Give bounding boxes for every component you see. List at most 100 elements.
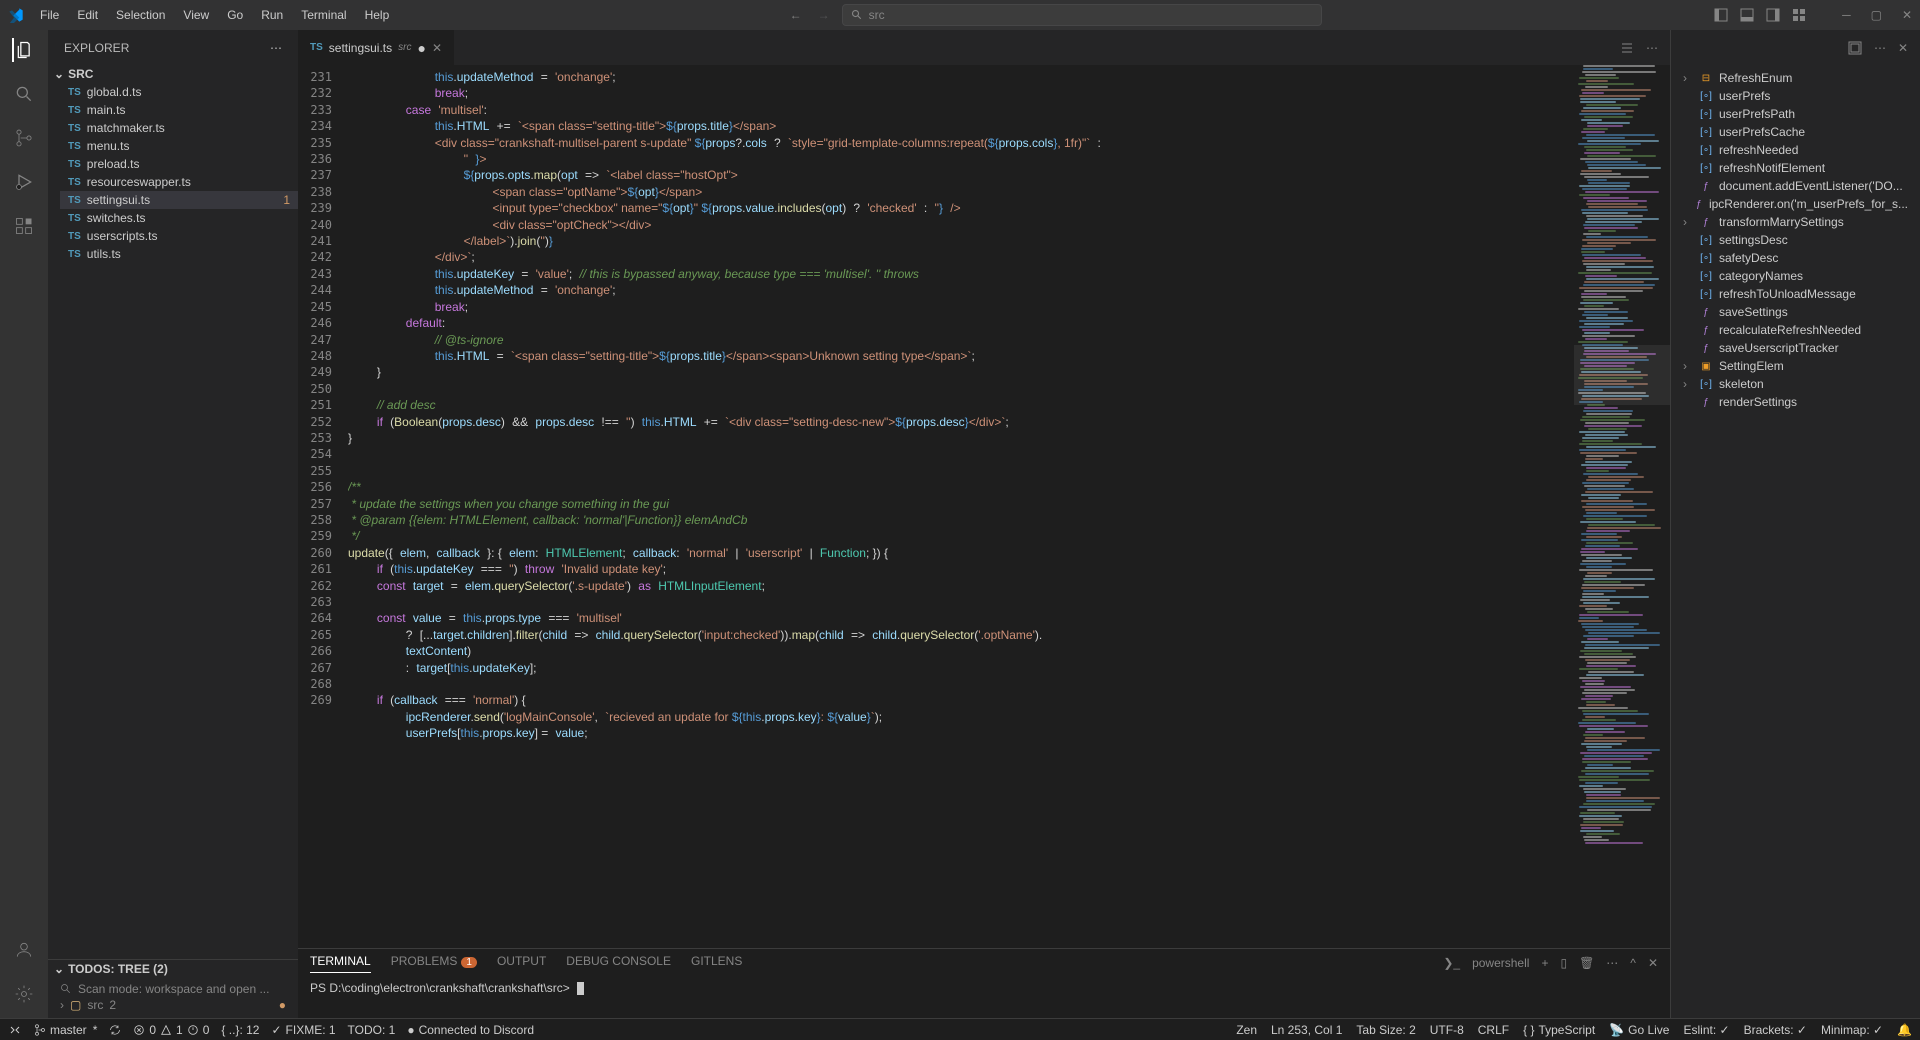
- minimap-status[interactable]: Minimap: ✓: [1821, 1023, 1883, 1037]
- code-editor[interactable]: this.updateMethod = 'onchange'; break; c…: [348, 65, 1574, 948]
- account-icon[interactable]: [12, 938, 36, 962]
- outline-more-icon[interactable]: ⋯: [1874, 41, 1886, 55]
- outline-item[interactable]: [∘]refreshToUnloadMessage: [1679, 285, 1912, 303]
- kill-terminal-icon[interactable]: 🗑: [1579, 956, 1594, 970]
- problems-tab[interactable]: PROBLEMS1: [391, 954, 477, 973]
- menu-go[interactable]: Go: [219, 4, 251, 26]
- outline-item[interactable]: [∘]refreshNotifElement: [1679, 159, 1912, 177]
- discord-status[interactable]: ● Connected to Discord: [407, 1023, 534, 1037]
- split-terminal-icon[interactable]: ▯: [1560, 956, 1567, 970]
- terminal-more-icon[interactable]: ⋯: [1606, 956, 1618, 970]
- nav-forward-icon[interactable]: →: [818, 8, 830, 22]
- outline-item[interactable]: ƒsaveSettings: [1679, 303, 1912, 321]
- menu-run[interactable]: Run: [253, 4, 291, 26]
- minimap[interactable]: [1574, 65, 1670, 948]
- eol-status[interactable]: CRLF: [1478, 1023, 1509, 1037]
- file-item[interactable]: TSresourceswapper.ts: [60, 173, 298, 191]
- eslint-status[interactable]: Eslint: ✓: [1683, 1023, 1729, 1037]
- command-center[interactable]: src: [842, 4, 1322, 26]
- golive-status[interactable]: 📡 Go Live: [1609, 1023, 1669, 1037]
- file-item[interactable]: TSmenu.ts: [60, 137, 298, 155]
- fixme-status[interactable]: ✓ FIXME: 1: [271, 1023, 335, 1037]
- todos-src[interactable]: src: [87, 998, 103, 1012]
- outline-item[interactable]: [∘]refreshNeeded: [1679, 141, 1912, 159]
- file-item[interactable]: TSuserscripts.ts: [60, 227, 298, 245]
- minimap-viewport[interactable]: [1574, 345, 1670, 405]
- outline-item[interactable]: ›▣SettingElem: [1679, 357, 1912, 375]
- layout-bottom-icon[interactable]: [1740, 8, 1754, 22]
- file-item[interactable]: TSutils.ts: [60, 245, 298, 263]
- menu-help[interactable]: Help: [357, 4, 398, 26]
- close-panel-icon[interactable]: ✕: [1648, 956, 1658, 970]
- outline-item[interactable]: ›[∘]skeleton: [1679, 375, 1912, 393]
- extensions-icon[interactable]: [12, 214, 36, 238]
- terminal-body[interactable]: PS D:\coding\electron\crankshaft\cranksh…: [298, 977, 1670, 1018]
- branch-button[interactable]: master*: [34, 1023, 97, 1037]
- outline-item[interactable]: ƒrenderSettings: [1679, 393, 1912, 411]
- zen-status[interactable]: Zen: [1236, 1023, 1257, 1037]
- shell-name[interactable]: powershell: [1472, 956, 1529, 970]
- settings-gear-icon[interactable]: [12, 982, 36, 1006]
- todo-status[interactable]: TODO: 1: [348, 1023, 396, 1037]
- json-status[interactable]: { ..}: 12: [221, 1023, 259, 1037]
- outline-item[interactable]: [∘]userPrefsPath: [1679, 105, 1912, 123]
- outline-item[interactable]: ›⊟RefreshEnum: [1679, 69, 1912, 87]
- maximize-panel-icon[interactable]: ^: [1630, 956, 1636, 970]
- chevron-right-icon[interactable]: ›: [60, 998, 64, 1012]
- layout-right-icon[interactable]: [1766, 8, 1780, 22]
- menu-view[interactable]: View: [175, 4, 217, 26]
- file-item[interactable]: TSmain.ts: [60, 101, 298, 119]
- nav-back-icon[interactable]: ←: [790, 8, 802, 22]
- menu-edit[interactable]: Edit: [69, 4, 106, 26]
- sidebar-more-icon[interactable]: ⋯: [270, 41, 282, 55]
- outline-collapse-icon[interactable]: [1848, 41, 1862, 55]
- outline-item[interactable]: [∘]userPrefs: [1679, 87, 1912, 105]
- editor-tab[interactable]: TS settingsui.ts src ● ✕: [298, 30, 455, 65]
- maximize-icon[interactable]: ▢: [1871, 8, 1882, 22]
- cursor-position[interactable]: Ln 253, Col 1: [1271, 1023, 1342, 1037]
- notifications-icon[interactable]: 🔔: [1897, 1023, 1912, 1037]
- debug-icon[interactable]: [12, 170, 36, 194]
- file-item[interactable]: TSswitches.ts: [60, 209, 298, 227]
- menu-terminal[interactable]: Terminal: [293, 4, 354, 26]
- file-item[interactable]: TSglobal.d.ts: [60, 83, 298, 101]
- remote-button[interactable]: [8, 1023, 22, 1037]
- output-tab[interactable]: OUTPUT: [497, 954, 546, 973]
- explorer-icon[interactable]: [12, 38, 36, 62]
- tabsize-status[interactable]: Tab Size: 2: [1356, 1023, 1415, 1037]
- outline-item[interactable]: [∘]settingsDesc: [1679, 231, 1912, 249]
- outline-item[interactable]: ƒdocument.addEventListener('DO...: [1679, 177, 1912, 195]
- menu-file[interactable]: File: [32, 4, 67, 26]
- menu-selection[interactable]: Selection: [108, 4, 173, 26]
- close-icon[interactable]: ✕: [1902, 8, 1912, 22]
- encoding-status[interactable]: UTF-8: [1430, 1023, 1464, 1037]
- outline-item[interactable]: ƒipcRenderer.on('m_userPrefs_for_s...: [1679, 195, 1912, 213]
- search-activity-icon[interactable]: [12, 82, 36, 106]
- debug-console-tab[interactable]: DEBUG CONSOLE: [566, 954, 671, 973]
- outline-item[interactable]: ›ƒtransformMarrySettings: [1679, 213, 1912, 231]
- file-item[interactable]: TSpreload.ts: [60, 155, 298, 173]
- outline-close-icon[interactable]: ✕: [1898, 41, 1908, 55]
- language-status[interactable]: { } TypeScript: [1523, 1023, 1595, 1037]
- outline-item[interactable]: ƒrecalculateRefreshNeeded: [1679, 321, 1912, 339]
- new-terminal-icon[interactable]: +: [1541, 956, 1548, 970]
- editor-more-icon[interactable]: ⋯: [1646, 41, 1658, 55]
- minimize-icon[interactable]: ─: [1842, 8, 1851, 22]
- outline-item[interactable]: ƒsaveUserscriptTracker: [1679, 339, 1912, 357]
- problems-status[interactable]: 0 1 0: [133, 1023, 209, 1037]
- todos-section-header[interactable]: ⌄ TODOS: TREE (2): [48, 960, 298, 978]
- outline-item[interactable]: [∘]userPrefsCache: [1679, 123, 1912, 141]
- brackets-status[interactable]: Brackets: ✓: [1744, 1023, 1807, 1037]
- gitlens-tab[interactable]: GITLENS: [691, 954, 742, 973]
- outline-item[interactable]: [∘]categoryNames: [1679, 267, 1912, 285]
- terminal-tab[interactable]: TERMINAL: [310, 954, 371, 973]
- scm-icon[interactable]: [12, 126, 36, 150]
- file-item[interactable]: TSsettingsui.ts1: [60, 191, 298, 209]
- layout-left-icon[interactable]: [1714, 8, 1728, 22]
- sync-button[interactable]: [109, 1024, 121, 1036]
- file-item[interactable]: TSmatchmaker.ts: [60, 119, 298, 137]
- layout-customize-icon[interactable]: [1792, 8, 1806, 22]
- tab-close-icon[interactable]: ✕: [432, 41, 442, 55]
- folder-section-header[interactable]: ⌄ SRC: [48, 65, 298, 83]
- list-icon[interactable]: [1620, 41, 1634, 55]
